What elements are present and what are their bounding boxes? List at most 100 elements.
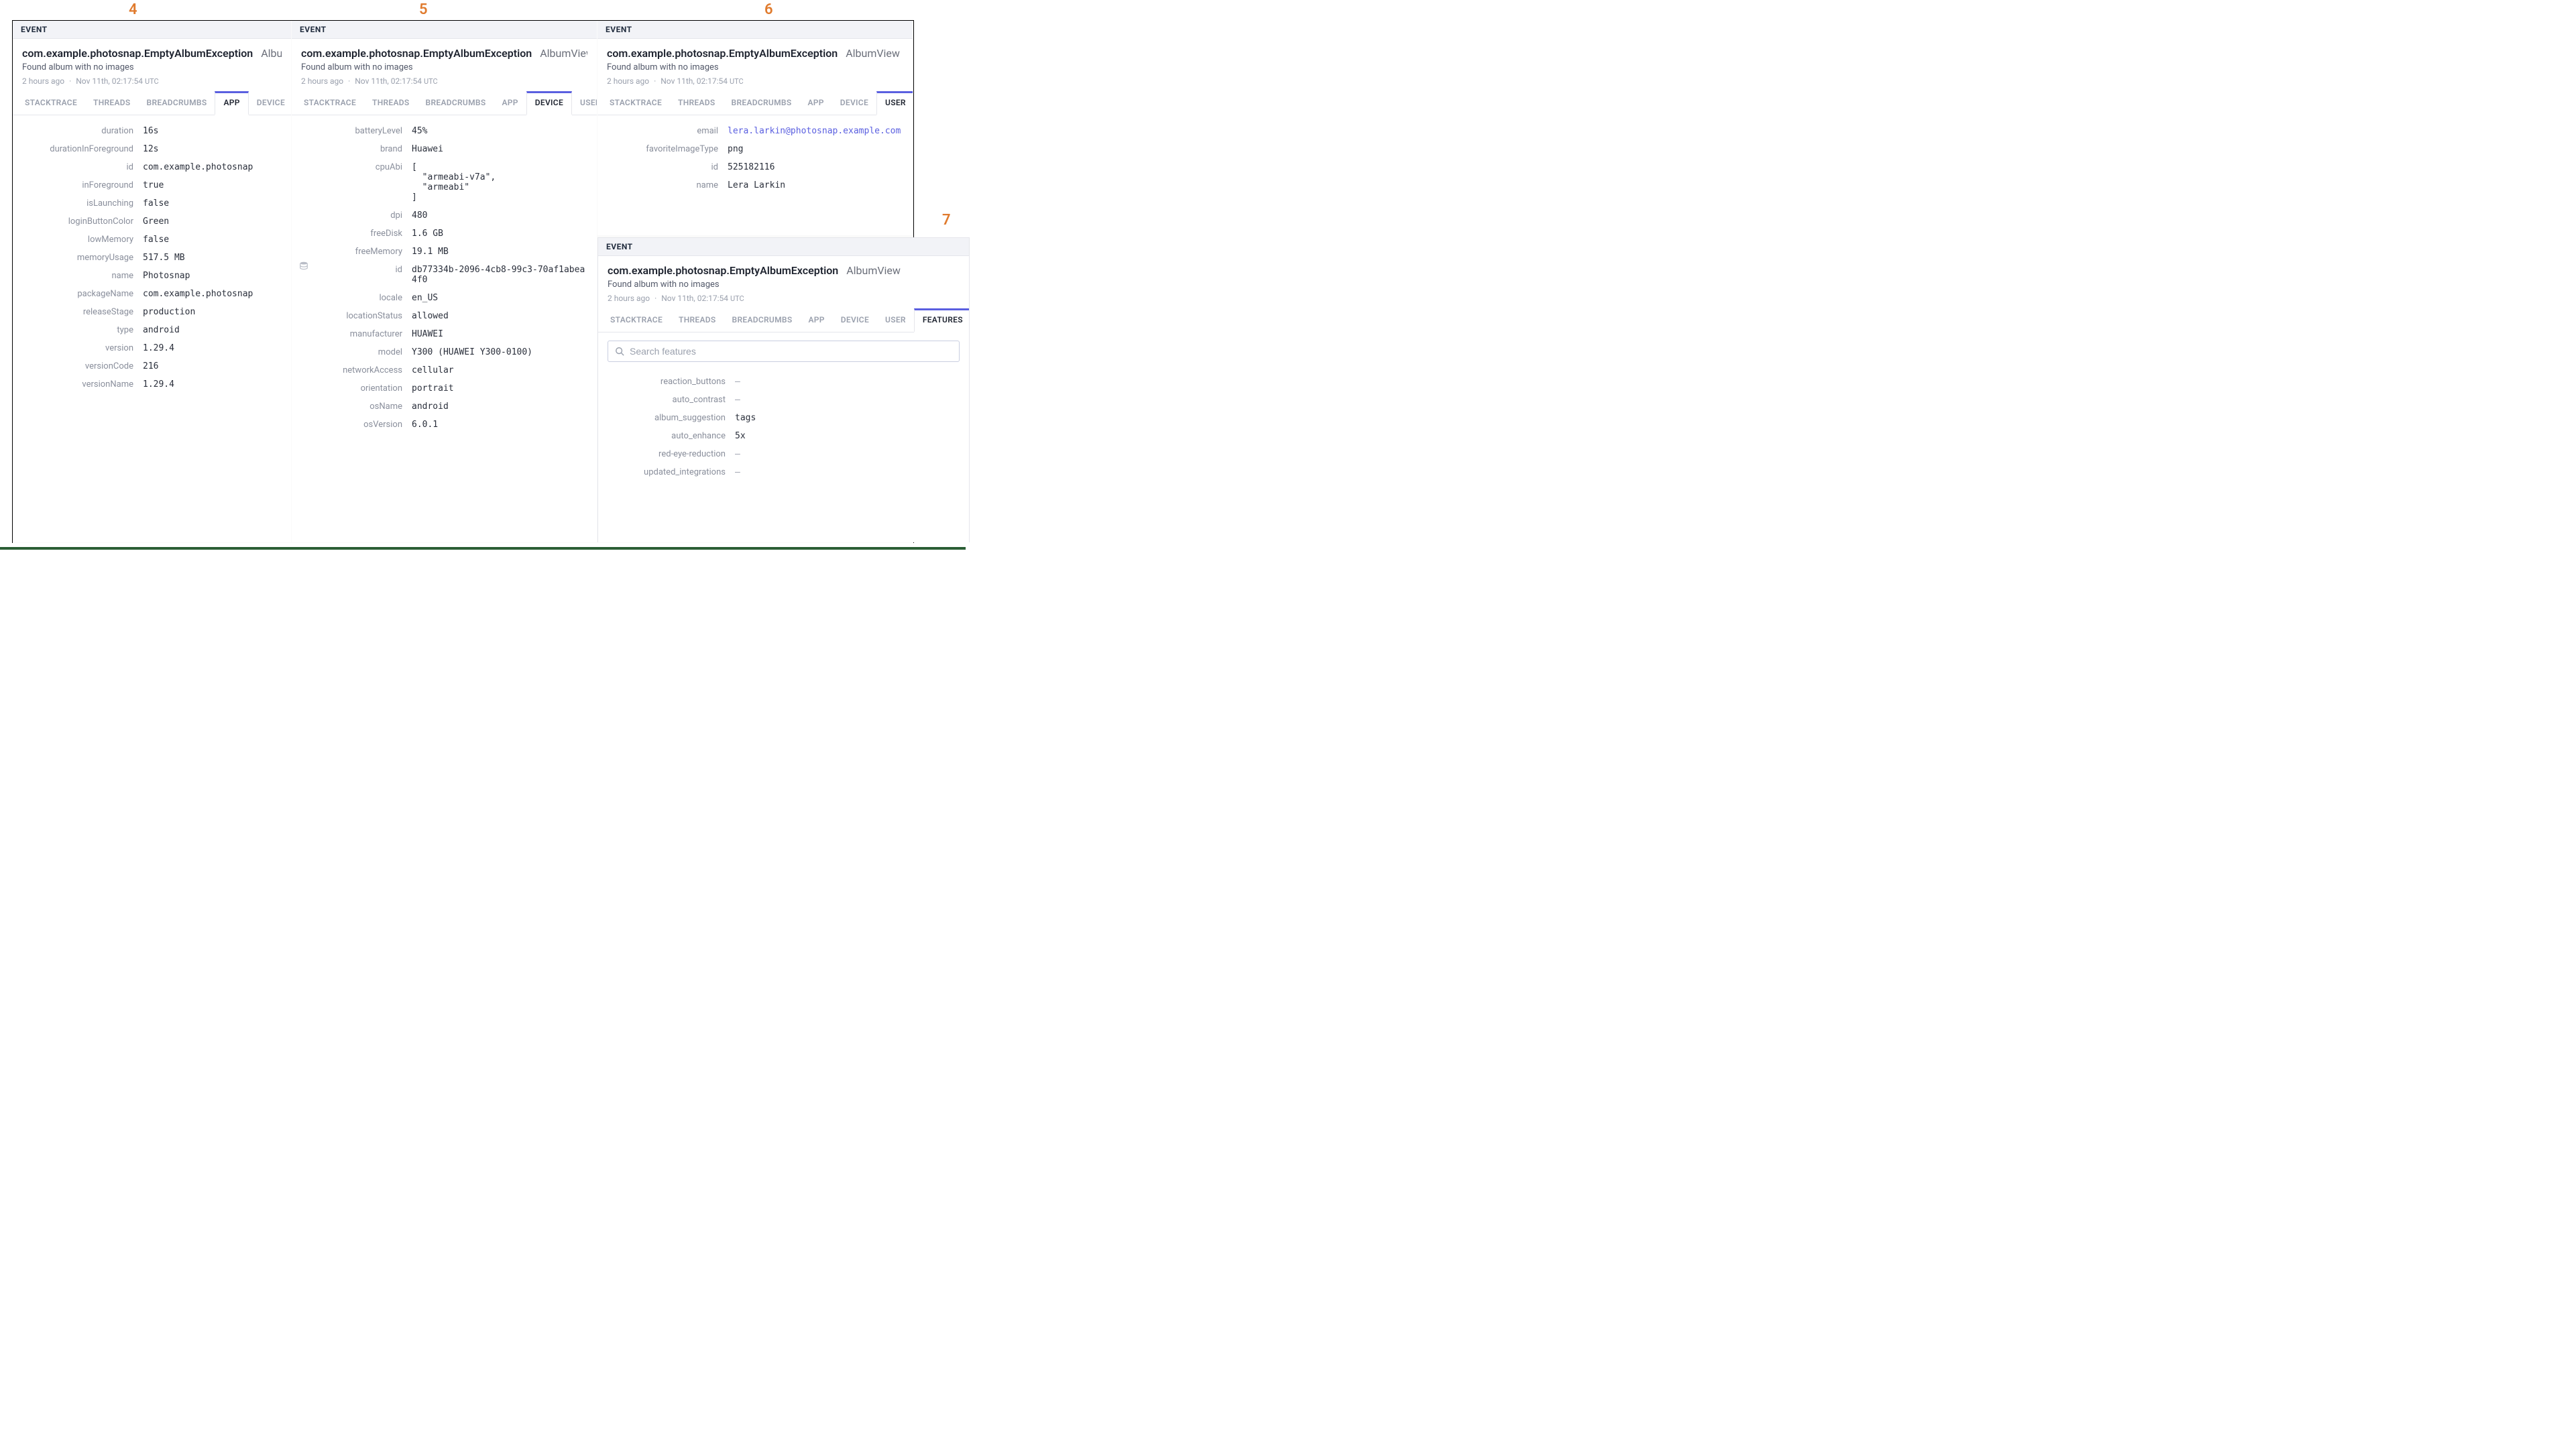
kv-key: version — [22, 343, 143, 353]
kv-key: durationInForeground — [22, 144, 143, 154]
tab-app[interactable]: APP — [215, 91, 248, 115]
tab-device[interactable]: DEVICE — [833, 308, 877, 332]
kv-val: Huawei — [412, 144, 587, 154]
kv-key: batteryLevel — [301, 126, 412, 136]
tab-features[interactable]: FEATURES — [914, 308, 970, 332]
tab-device[interactable]: DEVICE — [249, 91, 291, 115]
kv-key: album_suggestion — [608, 413, 735, 423]
kv-val: png — [728, 144, 903, 154]
kv-key: dpi — [301, 210, 412, 221]
kv-val: 525182116 — [728, 162, 903, 172]
tab-threads[interactable]: THREADS — [670, 91, 724, 115]
kv-key: freeDisk — [301, 229, 412, 239]
database-icon — [299, 261, 308, 271]
tab-stacktrace[interactable]: STACKTRACE — [602, 308, 671, 332]
kv-val: db77334b-2096-4cb8-99c3-70af1abea4f0 — [412, 265, 587, 285]
event-header: EVENT — [597, 21, 913, 39]
tab-stacktrace[interactable]: STACKTRACE — [296, 91, 364, 115]
tab-device[interactable]: DEVICE — [526, 91, 572, 115]
kv-key: isLaunching — [22, 198, 143, 208]
tab-user[interactable]: USER — [572, 91, 597, 115]
tab-user[interactable]: USER — [877, 308, 914, 332]
kv-val: 1.6 GB — [412, 229, 587, 239]
tab-threads[interactable]: THREADS — [364, 91, 418, 115]
kv-key: packageName — [22, 289, 143, 299]
relative-time: 2 hours ago — [608, 294, 650, 303]
exception-context: AlbumView — [846, 264, 901, 277]
kv-key: model — [301, 347, 412, 357]
tab-breadcrumbs[interactable]: BREADCRUMBS — [418, 91, 494, 115]
kv-val: tags — [735, 413, 960, 423]
user-email-link[interactable]: lera.larkin@photosnap.example.com — [728, 126, 903, 136]
tab-stacktrace[interactable]: STACKTRACE — [602, 91, 670, 115]
tab-breadcrumbs[interactable]: BREADCRUMBS — [724, 308, 801, 332]
kv-val: production — [143, 307, 282, 317]
kv-key: inForeground — [22, 180, 143, 190]
event-panel-device: EVENT com.example.photosnap.EmptyAlbumEx… — [292, 21, 597, 542]
exception-class: com.example.photosnap.EmptyAlbumExceptio… — [22, 47, 253, 60]
kv-key: updated_integrations — [608, 467, 735, 477]
kv-val: false — [143, 198, 282, 208]
absolute-time: Nov 11th, 02:17:54 — [661, 294, 728, 303]
tabs: STACKTRACE THREADS BREADCRUMBS APP DEVIC… — [597, 91, 913, 115]
annotation-7: 7 — [942, 212, 951, 229]
event-meta: 2 hours ago · Nov 11th, 02:17:54 UTC — [301, 76, 587, 86]
exception-context: AlbumView — [540, 47, 587, 60]
tab-app[interactable]: APP — [800, 308, 832, 332]
tab-threads[interactable]: THREADS — [85, 91, 139, 115]
event-panel-app: EVENT com.example.photosnap.EmptyAlbumEx… — [13, 21, 291, 542]
bottom-accent-bar — [0, 547, 966, 550]
kv-val: 480 — [412, 210, 587, 221]
kv-val: Lera Larkin — [728, 180, 903, 190]
kv-val: 6.0.1 — [412, 420, 587, 430]
kv-key: id — [607, 162, 728, 172]
kv-key: auto_contrast — [608, 395, 735, 405]
kv-val: false — [143, 235, 282, 245]
kv-val: – — [735, 467, 960, 477]
title-block: com.example.photosnap.EmptyAlbumExceptio… — [597, 39, 913, 91]
kv-key: osVersion — [301, 420, 412, 430]
kv-val: Photosnap — [143, 271, 282, 281]
absolute-time: Nov 11th, 02:17:54 — [661, 76, 728, 86]
tab-stacktrace[interactable]: STACKTRACE — [17, 91, 85, 115]
timezone: UTC — [730, 294, 744, 303]
tab-breadcrumbs[interactable]: BREADCRUMBS — [139, 91, 215, 115]
kv-val: 12s — [143, 144, 282, 154]
kv-val: portrait — [412, 383, 587, 393]
features-search[interactable] — [608, 341, 960, 362]
tab-threads[interactable]: THREADS — [671, 308, 724, 332]
absolute-time: Nov 11th, 02:17:54 — [76, 76, 143, 86]
kv-key: freeMemory — [301, 247, 412, 257]
kv-key: locale — [301, 293, 412, 303]
event-meta: 2 hours ago · Nov 11th, 02:17:54 UTC — [22, 76, 282, 86]
exception-message: Found album with no images — [22, 62, 282, 72]
features-search-input[interactable] — [630, 346, 952, 357]
kv-key: email — [607, 126, 728, 136]
annotation-5: 5 — [419, 1, 428, 18]
kv-val: – — [735, 377, 960, 387]
tab-app[interactable]: APP — [799, 91, 832, 115]
event-meta: 2 hours ago · Nov 11th, 02:17:54 UTC — [607, 76, 903, 86]
kv-val: 216 — [143, 361, 282, 371]
kv-key: loginButtonColor — [22, 217, 143, 227]
absolute-time: Nov 11th, 02:17:54 — [355, 76, 422, 86]
kv-key: reaction_buttons — [608, 377, 735, 387]
kv-key: red-eye-reduction — [608, 449, 735, 459]
relative-time: 2 hours ago — [301, 76, 343, 86]
features-properties: reaction_buttons– auto_contrast– album_s… — [598, 366, 969, 488]
tab-breadcrumbs[interactable]: BREADCRUMBS — [724, 91, 800, 115]
title-block: com.example.photosnap.EmptyAlbumExceptio… — [598, 256, 969, 308]
exception-class: com.example.photosnap.EmptyAlbumExceptio… — [301, 47, 532, 60]
tab-user[interactable]: USER — [876, 91, 913, 115]
tab-app[interactable]: APP — [494, 91, 526, 115]
user-properties: emaillera.larkin@photosnap.example.com f… — [597, 115, 913, 201]
event-panel-user: EVENT com.example.photosnap.EmptyAlbumEx… — [597, 21, 913, 235]
event-panel-features: EVENT com.example.photosnap.EmptyAlbumEx… — [597, 237, 970, 542]
kv-key: favoriteImageType — [607, 144, 728, 154]
kv-val: – — [735, 449, 960, 459]
tab-device[interactable]: DEVICE — [832, 91, 876, 115]
tabs: STACKTRACE THREADS BREADCRUMBS APP DEVIC… — [292, 91, 597, 115]
kv-key: id — [301, 265, 412, 275]
kv-val: com.example.photosnap — [143, 162, 282, 172]
kv-val: true — [143, 180, 282, 190]
